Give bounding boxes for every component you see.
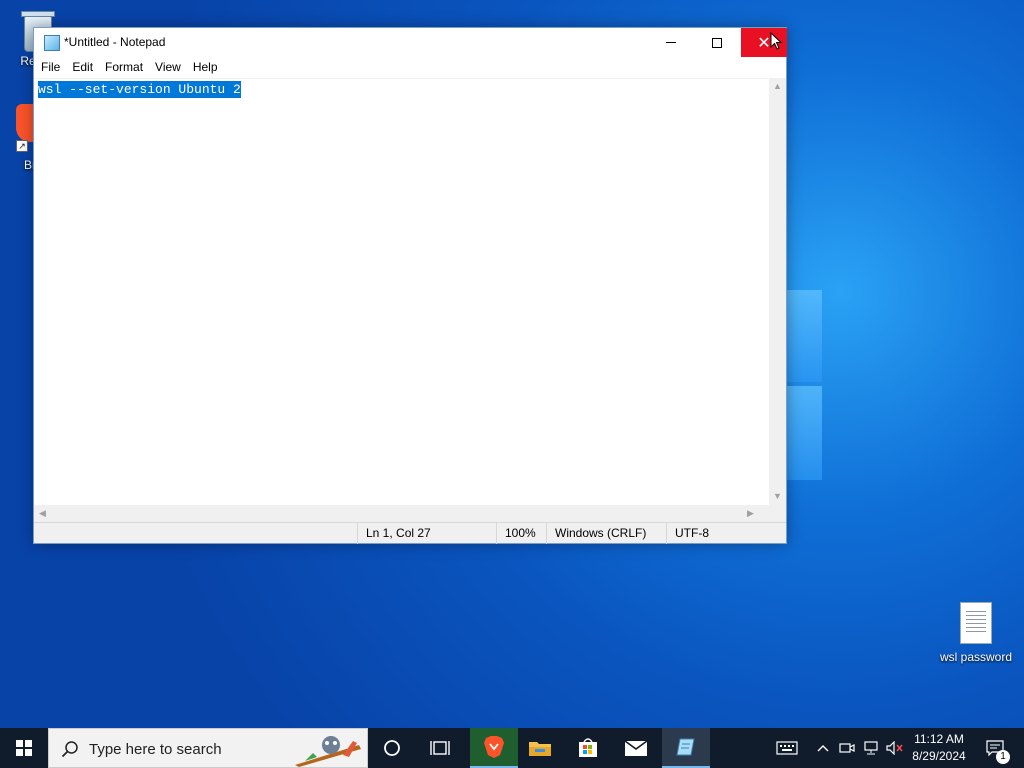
folder-icon — [529, 742, 551, 756]
taskbar: Type here to search 11:12 AM 8/29/2024 1 — [0, 728, 1024, 768]
maximize-icon — [712, 37, 722, 48]
scroll-left-icon[interactable]: ◀ — [34, 505, 51, 522]
network-button[interactable] — [860, 728, 882, 768]
status-zoom: 100% — [496, 523, 546, 544]
mail-icon — [624, 740, 648, 756]
chevron-up-icon — [817, 745, 829, 752]
system-clock[interactable]: 11:12 AM 8/29/2024 — [904, 731, 974, 765]
text-file-icon — [960, 602, 992, 644]
volume-muted-icon — [886, 741, 903, 755]
search-icon — [61, 741, 78, 758]
status-encoding: UTF-8 — [666, 523, 786, 544]
menu-bar: File Edit Format View Help — [34, 58, 786, 78]
notepad-window: *Untitled - Notepad ✕ File Edit Format View… — [33, 27, 787, 544]
scroll-up-icon[interactable]: ▲ — [769, 78, 786, 95]
meet-now-button[interactable] — [836, 728, 858, 768]
menu-help[interactable]: Help — [188, 58, 223, 76]
title-bar[interactable]: *Untitled - Notepad ✕ — [34, 28, 787, 58]
taskbar-brave[interactable] — [470, 728, 518, 768]
taskbar-search-box[interactable]: Type here to search — [48, 728, 368, 768]
status-bar: Ln 1, Col 27 100% Windows (CRLF) UTF-8 — [34, 522, 786, 544]
maximize-button[interactable] — [694, 28, 740, 57]
menu-file[interactable]: File — [36, 58, 65, 76]
close-icon: ✕ — [757, 34, 771, 52]
text-editor[interactable]: wsl --set-version Ubuntu 2 — [34, 78, 769, 505]
window-title: *Untitled - Notepad — [64, 35, 166, 49]
taskbar-file-explorer[interactable] — [516, 728, 564, 768]
cortana-button[interactable] — [368, 728, 416, 768]
scroll-down-icon[interactable]: ▼ — [769, 488, 786, 505]
selected-text[interactable]: wsl --set-version Ubuntu 2 — [38, 81, 241, 98]
notification-center-button[interactable]: 1 — [980, 728, 1010, 768]
cortana-icon — [384, 740, 400, 756]
brave-icon — [484, 736, 504, 758]
horizontal-scrollbar[interactable]: ◀ ▶ — [34, 505, 769, 522]
search-placeholder: Type here to search — [89, 741, 222, 758]
store-icon — [579, 738, 597, 757]
notepad-icon — [44, 35, 60, 51]
status-cursor-position: Ln 1, Col 27 — [357, 523, 497, 544]
wallpaper-windows-logo — [786, 290, 822, 480]
network-icon — [864, 741, 878, 755]
shortcut-arrow-icon: ↗ — [16, 140, 28, 152]
show-hidden-icons-button[interactable] — [812, 728, 834, 768]
windows-logo-icon — [16, 740, 32, 756]
status-line-ending: Windows (CRLF) — [546, 523, 666, 544]
start-button[interactable] — [0, 728, 48, 768]
clock-time: 11:12 AM — [914, 732, 964, 746]
menu-format[interactable]: Format — [100, 58, 148, 76]
minimize-button[interactable] — [648, 28, 694, 57]
task-view-button[interactable] — [416, 728, 464, 768]
desktop-icon-label: wsl password — [939, 650, 1013, 664]
task-view-icon — [430, 741, 450, 755]
camera-icon — [839, 743, 855, 753]
minimize-icon — [666, 42, 676, 43]
desktop-icon-wsl-password[interactable]: wsl password — [936, 602, 1016, 664]
scrollbar-corner — [769, 505, 786, 522]
notepad-icon — [676, 738, 695, 756]
search-highlight-illustration — [295, 736, 361, 767]
volume-button[interactable] — [884, 728, 906, 768]
mouse-cursor-icon — [770, 32, 782, 50]
notification-count-badge: 1 — [996, 750, 1010, 764]
menu-edit[interactable]: Edit — [67, 58, 98, 76]
menu-view[interactable]: View — [150, 58, 186, 76]
touch-keyboard-button[interactable] — [770, 728, 804, 768]
scroll-right-icon[interactable]: ▶ — [742, 505, 759, 522]
taskbar-mail[interactable] — [612, 728, 660, 768]
clock-date: 8/29/2024 — [912, 749, 966, 763]
taskbar-notepad[interactable] — [662, 728, 710, 768]
vertical-scrollbar[interactable]: ▲ ▼ — [769, 78, 786, 505]
keyboard-icon — [776, 741, 798, 755]
taskbar-microsoft-store[interactable] — [564, 728, 612, 768]
